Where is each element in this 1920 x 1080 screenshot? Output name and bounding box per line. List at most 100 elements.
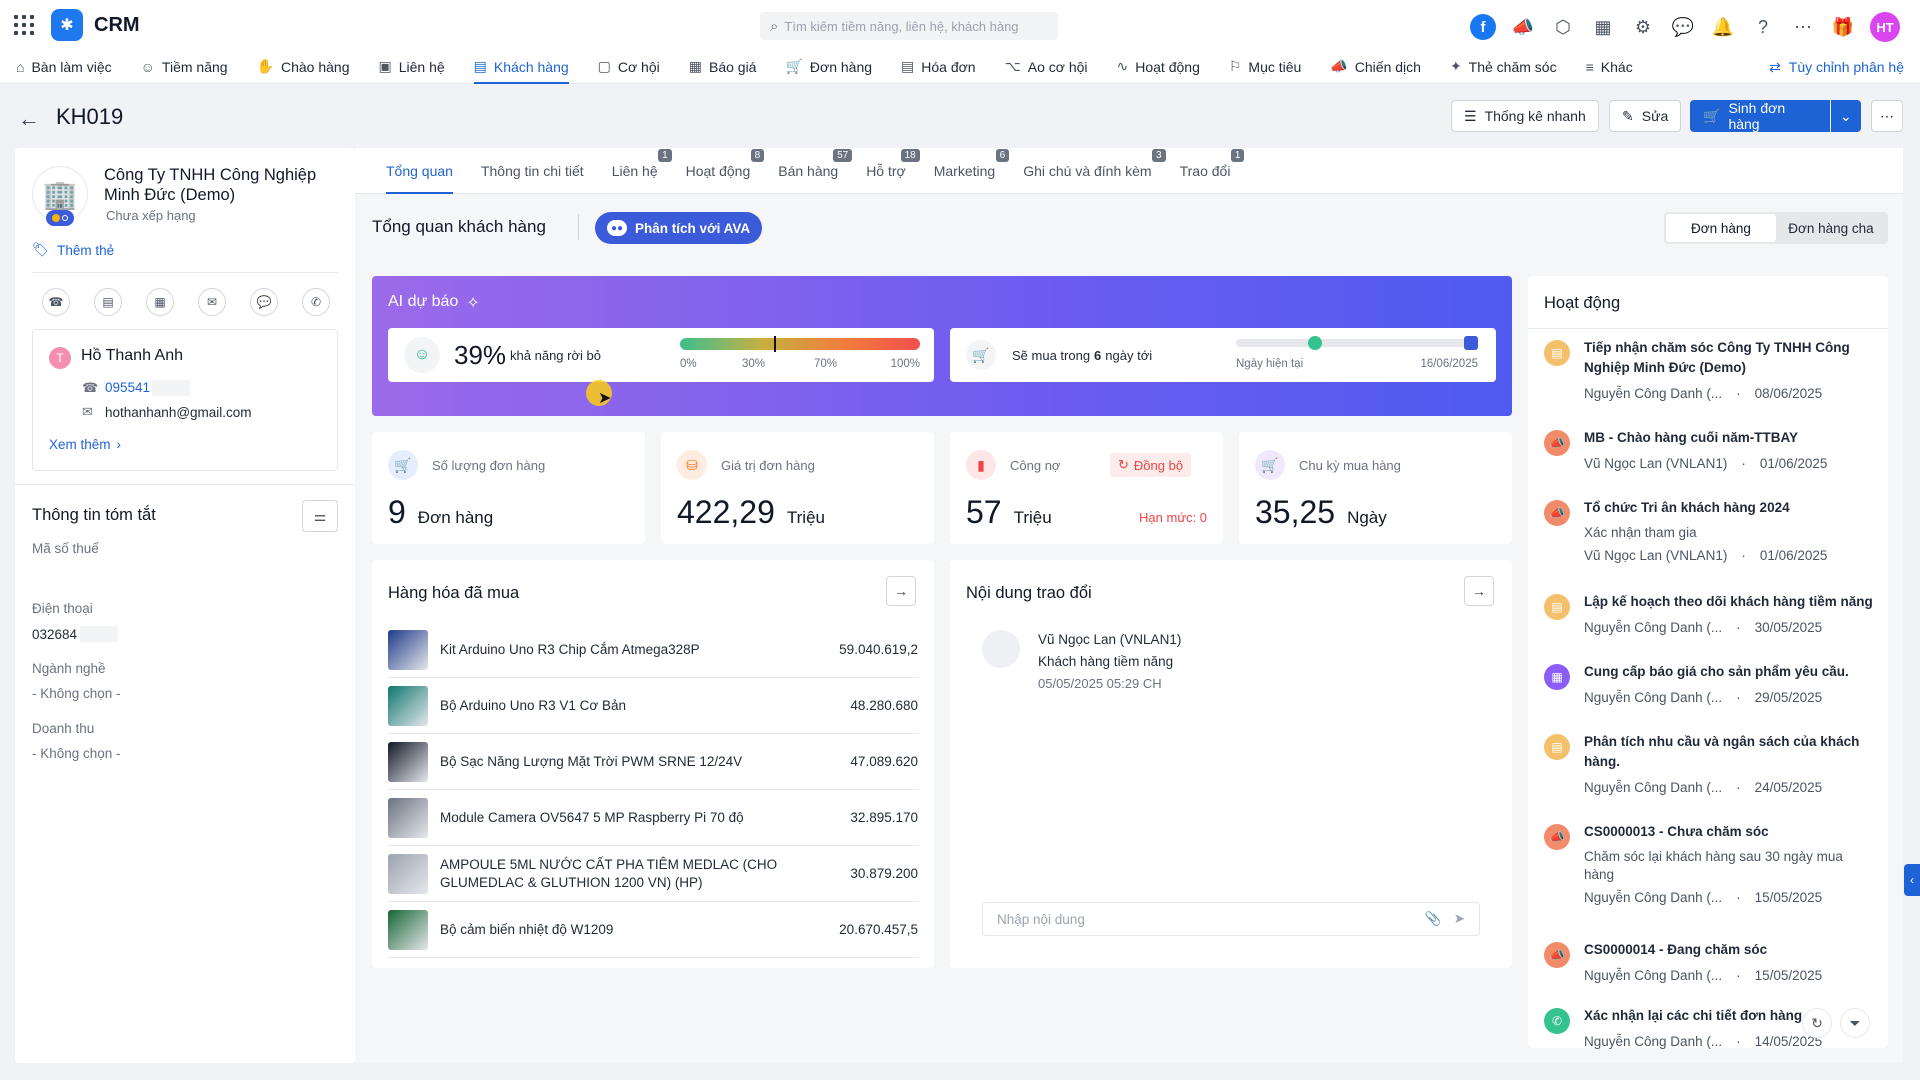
refresh-button[interactable]: ↻ <box>1802 1008 1832 1038</box>
create-order-button[interactable]: 🛒 Sinh đơn hàng <box>1690 100 1830 132</box>
tab-3[interactable]: Hoạt động 8 <box>686 149 765 193</box>
side-drawer-toggle[interactable]: ‹ <box>1904 864 1920 896</box>
product-row[interactable]: Bộ Arduino Uno R3 V1 Cơ Bản 48.280.680 <box>388 678 918 734</box>
stat-label: Số lượng đơn hàng <box>432 458 546 473</box>
nav-item-9[interactable]: ⌥ Ao cơ hội <box>1005 50 1088 84</box>
nav-item-7[interactable]: 🛒 Đơn hàng <box>785 50 872 84</box>
nav-item-5[interactable]: ▢ Cơ hội <box>598 50 660 84</box>
quick-stats-button[interactable]: ☰ Thống kê nhanh <box>1451 100 1599 132</box>
toggle-orders[interactable]: Đơn hàng <box>1666 214 1776 242</box>
nav-item-0[interactable]: ⌂ Bàn làm việc <box>16 50 112 84</box>
activity-item[interactable]: 📣 CS0000014 - Đang chăm sóc Nguyễn Công Da… <box>1544 940 1884 1010</box>
app-grid-icon[interactable] <box>14 15 34 35</box>
facebook-icon[interactable]: f <box>1470 14 1496 40</box>
tab-2[interactable]: Liên hệ 1 <box>612 149 672 193</box>
tab-1[interactable]: Thông tin chi tiết <box>481 163 584 193</box>
detail-tabs: Tổng quan Thông tin chi tiết Liên hệ 1 Hoạt … <box>355 148 1903 194</box>
tab-8[interactable]: Trao đổi 1 <box>1180 149 1245 193</box>
gift-icon[interactable]: 🎁 <box>1830 14 1856 40</box>
phone-icon[interactable]: ☎ <box>42 288 70 316</box>
nav-item-1[interactable]: ☺ Tiềm năng <box>141 50 228 84</box>
tab-5[interactable]: Hỗ trợ 18 <box>866 149 920 193</box>
help-icon[interactable]: ? <box>1750 14 1776 40</box>
tab-0[interactable]: Tổng quan <box>386 163 453 194</box>
more-icon: ⋯ <box>1880 107 1894 124</box>
activity-item[interactable]: ▤ Tiếp nhận chăm sóc Công Ty TNHH Công Ng… <box>1544 338 1884 408</box>
activity-meta: Nguyễn Công Danh (... · 15/05/2025 <box>1584 968 1822 983</box>
task-icon[interactable]: ▤ <box>94 288 122 316</box>
see-more-link[interactable]: Xem thêm › <box>49 437 121 452</box>
activity-item[interactable]: ▤ Phân tích nhu cầu và ngân sách của khác… <box>1544 732 1884 802</box>
edit-button[interactable]: ✎ Sửa <box>1609 100 1682 132</box>
activity-item[interactable]: 📣 CS0000013 - Chưa chăm sóc Chăm sóc lại k… <box>1544 822 1884 905</box>
toggle-parent-orders[interactable]: Đơn hàng cha <box>1776 214 1886 242</box>
nav-item-4[interactable]: ▤ Khách hàng <box>473 50 569 84</box>
nav-item-2[interactable]: ✋ Chào hàng <box>257 50 350 84</box>
activity-item[interactable]: 📣 Tổ chức Tri ân khách hàng 2024 Xác nhận … <box>1544 498 1884 568</box>
filter-button[interactable]: ⏷ <box>1840 1008 1870 1038</box>
paperclip-icon[interactable]: 📎 <box>1425 911 1442 927</box>
activity-item[interactable]: 📣 MB - Chào hàng cuối năm-TTBAY Vũ Ngọc La… <box>1544 428 1884 498</box>
exchange-input[interactable]: Nhập nội dung 📎 ➤ <box>982 902 1480 936</box>
product-row[interactable]: Bộ cảm biến nhiệt độ W1209 20.670.457,5 <box>388 902 918 958</box>
tab-7[interactable]: Ghi chú và đính kèm 3 <box>1023 149 1166 193</box>
tab-6[interactable]: Marketing 6 <box>934 149 1010 193</box>
chat-icon[interactable]: 💬 <box>1670 14 1696 40</box>
nav-item-11[interactable]: ⚐ Mục tiêu <box>1229 50 1301 84</box>
box-icon[interactable]: ⬡ <box>1550 14 1576 40</box>
exchange-open-button[interactable]: → <box>1464 576 1494 606</box>
activity-title: Cung cấp báo giá cho sản phẩm yêu cầu. <box>1584 664 1849 679</box>
nav-item-8[interactable]: ▤ Hóa đơn <box>901 50 976 84</box>
nav-item-3[interactable]: ▣ Liên hệ <box>379 50 445 84</box>
nav-item-6[interactable]: ▦ Báo giá <box>689 50 757 84</box>
nav-item-10[interactable]: ∿ Hoạt động <box>1117 50 1200 84</box>
activity-title: Tiếp nhận chăm sóc Công Ty TNHH Công Ngh… <box>1584 340 1850 375</box>
more-icon[interactable]: ⋯ <box>1790 14 1816 40</box>
nav-label: Hóa đơn <box>921 58 976 75</box>
quick-stats-label: Thống kê nhanh <box>1484 108 1586 124</box>
nav-item-14[interactable]: ≡ Khác <box>1586 50 1633 84</box>
create-order-label: Sinh đơn hàng <box>1728 100 1786 132</box>
user-avatar[interactable]: HT <box>1870 12 1900 42</box>
nav-label: Chào hàng <box>280 58 350 75</box>
create-order-dropdown[interactable]: ⌄ <box>1831 100 1861 132</box>
exchange-placeholder: Nhập nội dung <box>997 911 1085 927</box>
activity-item[interactable]: ▤ Lập kế hoạch theo dõi khách hàng tiềm n… <box>1544 592 1884 662</box>
stat-card: 🛒 Số lượng đơn hàng 9 Đơn hàng <box>372 432 645 544</box>
nav-icon: ∿ <box>1116 58 1129 74</box>
activity-meta: Nguyễn Công Danh (... · 08/06/2025 <box>1584 386 1822 401</box>
activity-item[interactable]: ✆ Xác nhận lại các chi tiết đơn hàng. Nguy… <box>1544 1006 1884 1076</box>
nav-item-12[interactable]: 📣 Chiến dịch <box>1330 50 1421 84</box>
add-tag-button[interactable]: 🏷 Thêm thẻ <box>32 242 114 258</box>
product-row[interactable]: Kit Arduino Uno R3 Chip Cắm Atmega328P 59… <box>388 622 918 678</box>
divider <box>32 272 338 273</box>
sync-button[interactable]: ↻ Đồng bộ <box>1110 453 1192 477</box>
call-icon[interactable]: ✆ <box>302 288 330 316</box>
tab-4[interactable]: Bán hàng 57 <box>778 149 853 193</box>
search-input[interactable]: ⌕ Tìm kiếm tiềm năng, liên hệ, khách hàng <box>760 12 1058 40</box>
more-actions-button[interactable]: ⋯ <box>1871 100 1903 132</box>
megaphone-icon[interactable]: 📣 <box>1510 14 1536 40</box>
products-open-button[interactable]: → <box>886 576 916 606</box>
summary-settings-button[interactable]: ⚌ <box>302 500 338 532</box>
product-row[interactable]: Bộ Sạc Năng Lượng Mặt Trời PWM SRNE 12/2… <box>388 734 918 790</box>
ava-analyze-button[interactable]: ●● Phân tích với AVA <box>595 212 762 244</box>
product-row[interactable]: Module Camera OV5647 5 MP Raspberry Pi 7… <box>388 790 918 846</box>
activity-item[interactable]: ▦ Cung cấp báo giá cho sản phẩm yêu cầu. N… <box>1544 662 1884 732</box>
nav-icon: ✋ <box>256 58 274 74</box>
product-row[interactable]: AMPOULE 5ML NƯỚC CẤT PHA TIÊM MEDLAC (CH… <box>388 846 918 902</box>
gear-icon[interactable]: ⚙ <box>1630 14 1656 40</box>
calendar-icon[interactable]: ▦ <box>146 288 174 316</box>
contact-phone[interactable]: 095541 <box>105 380 150 395</box>
activity-title: MB - Chào hàng cuối năm-TTBAY <box>1584 430 1799 445</box>
summary-title: Thông tin tóm tắt <box>32 506 156 524</box>
send-icon[interactable]: ➤ <box>1454 911 1465 927</box>
back-arrow-icon[interactable]: ← <box>18 106 40 132</box>
sms-icon[interactable]: 💬 <box>250 288 278 316</box>
bell-icon[interactable]: 🔔 <box>1710 14 1736 40</box>
buy-suffix: ngày tới <box>1105 347 1153 363</box>
customize-modules-button[interactable]: ⇄ Tùy chỉnh phân hệ <box>1769 50 1904 84</box>
nav-item-13[interactable]: ✦ Thẻ chăm sóc <box>1450 50 1557 84</box>
calendar-icon[interactable]: ▦ <box>1590 14 1616 40</box>
email-icon[interactable]: ✉ <box>198 288 226 316</box>
